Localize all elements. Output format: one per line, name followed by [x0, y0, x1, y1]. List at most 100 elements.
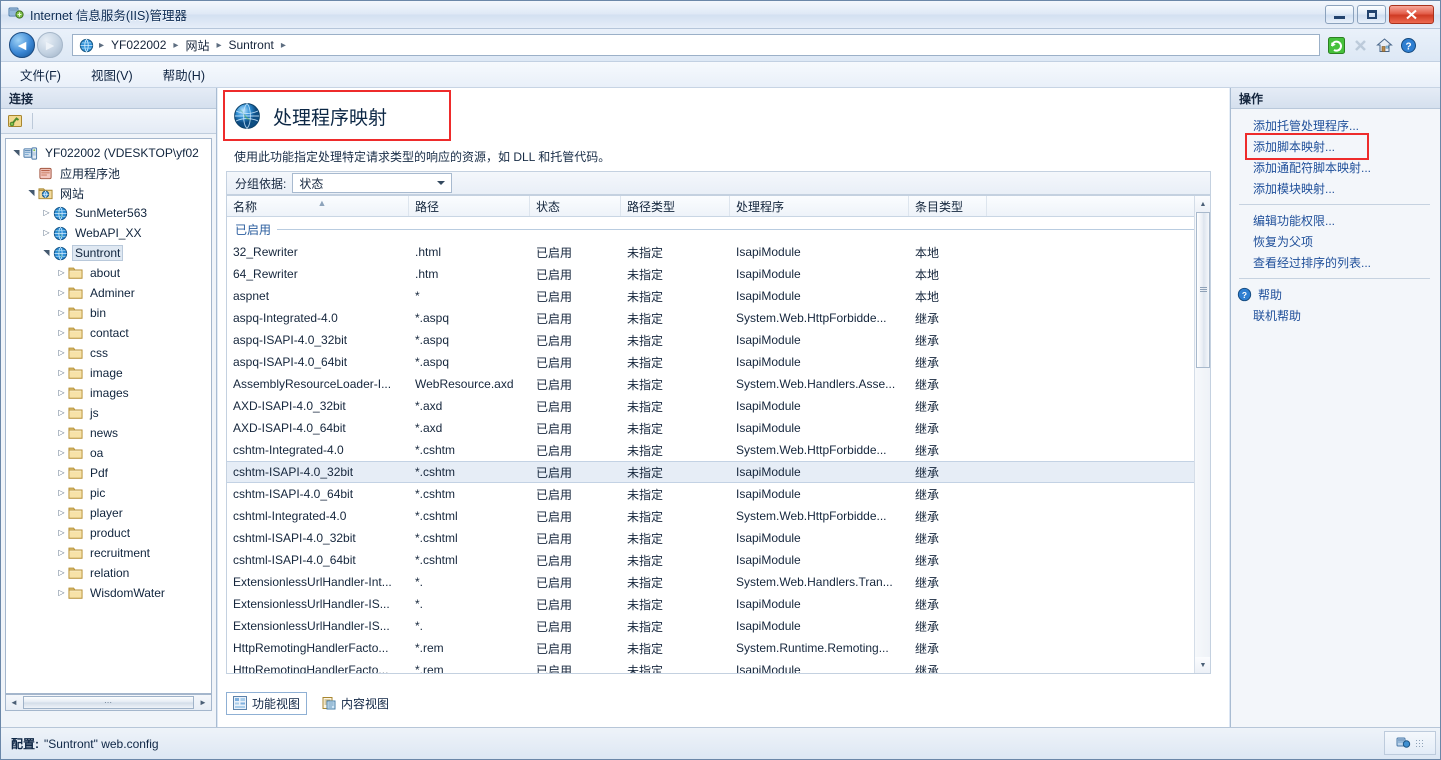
table-row[interactable]: aspq-ISAPI-4.0_64bit *.aspq 已启用 未指定 IsapiMod… [227, 351, 1210, 373]
action-edit-feature-permissions[interactable]: 编辑功能权限... [1231, 210, 1440, 231]
tree-expand-icon[interactable]: ▷ [55, 469, 68, 477]
tree-expand-icon[interactable]: ▷ [55, 429, 68, 437]
resize-grip-icon[interactable] [1415, 738, 1424, 748]
menu-item-view[interactable]: 视图(V) [88, 63, 136, 86]
view-tabs[interactable]: 功能视图 内容视图 [226, 691, 396, 715]
tree-collapse-icon[interactable]: ◢ [27, 187, 36, 200]
connections-tree[interactable]: ◢ YF022002 (VDESKTOP\yf02 应用程序池 ◢ 网站 ▷ SunMete… [5, 138, 212, 694]
tree-expand-icon[interactable]: ▷ [55, 269, 68, 277]
refresh-icon[interactable] [1328, 36, 1345, 54]
tree-item-sunmeter563[interactable]: ▷ SunMeter563 [6, 203, 211, 223]
table-row[interactable]: aspq-Integrated-4.0 *.aspq 已启用 未指定 System.We… [227, 307, 1210, 329]
table-row[interactable]: AssemblyResourceLoader-I... WebResource.a… [227, 373, 1210, 395]
help-icon[interactable]: ? [1400, 37, 1417, 54]
tree-item-css[interactable]: ▷ css [6, 343, 211, 363]
tree-item-recruitment[interactable]: ▷ recruitment [6, 543, 211, 563]
maximize-button[interactable] [1357, 5, 1386, 24]
breadcrumb-item-0[interactable]: YF022002 [106, 37, 171, 53]
tree-expand-icon[interactable]: ▷ [55, 569, 68, 577]
tree-expand-icon[interactable]: ▷ [55, 509, 68, 517]
breadcrumb-item-1[interactable]: 网站 [180, 36, 214, 55]
table-row[interactable]: HttpRemotingHandlerFacto... *.rem 已启用 未指定 Sy… [227, 637, 1210, 659]
tree-item-product[interactable]: ▷ product [6, 523, 211, 543]
scroll-right-icon[interactable]: ► [195, 698, 211, 707]
tree-item-news[interactable]: ▷ news [6, 423, 211, 443]
tree-item-webapi_xx[interactable]: ▷ WebAPI_XX [6, 223, 211, 243]
list-vertical-scrollbar[interactable]: ▲ ▼ [1194, 196, 1210, 673]
tree-expand-icon[interactable]: ▷ [55, 289, 68, 297]
table-row[interactable]: aspnet * 已启用 未指定 IsapiModule 本地 [227, 285, 1210, 307]
close-button[interactable] [1389, 5, 1434, 24]
forward-button[interactable]: ► [37, 32, 63, 58]
tree-item-adminer[interactable]: ▷ Adminer [6, 283, 211, 303]
column-header-state[interactable]: 状态 [530, 196, 621, 216]
group-by-select[interactable]: 状态 [292, 173, 453, 193]
action-help[interactable]: ? 帮助 [1231, 284, 1440, 305]
tree-hscroll-thumb[interactable]: ⋯ [23, 696, 194, 709]
tree-expand-icon[interactable]: ▷ [55, 489, 68, 497]
tree-item-wisdomwater[interactable]: ▷ WisdomWater [6, 583, 211, 603]
table-row[interactable]: 64_Rewriter .htm 已启用 未指定 IsapiModule 本地 [227, 263, 1210, 285]
handler-mappings-list[interactable]: 名称 ▲ 路径 状态 路径类型 处理程序 条目类型 已启用 32_Rewriter .html 已… [226, 195, 1211, 674]
tree-item-[interactable]: ◢ 网站 [6, 183, 211, 203]
tree-item-js[interactable]: ▷ js [6, 403, 211, 423]
table-row[interactable]: cshtm-Integrated-4.0 *.cshtm 已启用 未指定 System.… [227, 439, 1210, 461]
tree-expand-icon[interactable]: ▷ [55, 369, 68, 377]
table-row[interactable]: cshtml-Integrated-4.0 *.cshtml 已启用 未指定 Syste… [227, 505, 1210, 527]
tree-expand-icon[interactable]: ▷ [55, 589, 68, 597]
tree-expand-icon[interactable]: ▷ [55, 349, 68, 357]
tree-item-image[interactable]: ▷ image [6, 363, 211, 383]
action-add-script-map[interactable]: 添加脚本映射... [1231, 136, 1440, 157]
table-row[interactable]: cshtm-ISAPI-4.0_64bit *.cshtm 已启用 未指定 IsapiM… [227, 483, 1210, 505]
tree-item-about[interactable]: ▷ about [6, 263, 211, 283]
tree-horizontal-scrollbar[interactable]: ◄ ⋯ ► [5, 694, 212, 711]
tree-item-yf022002-vdesktop-yf02[interactable]: ◢ YF022002 (VDESKTOP\yf02 [6, 143, 211, 163]
column-header-path[interactable]: 路径 [409, 196, 530, 216]
action-add-module-map[interactable]: 添加模块映射... [1231, 178, 1440, 199]
tree-expand-icon[interactable]: ▷ [55, 389, 68, 397]
back-button[interactable]: ◄ [9, 32, 35, 58]
tree-expand-icon[interactable]: ▷ [55, 329, 68, 337]
tree-expand-icon[interactable]: ▷ [55, 409, 68, 417]
tree-item-player[interactable]: ▷ player [6, 503, 211, 523]
tree-item-suntront[interactable]: ◢ Suntront [6, 243, 211, 263]
tree-item-pic[interactable]: ▷ pic [6, 483, 211, 503]
table-row[interactable]: ExtensionlessUrlHandler-IS... *. 已启用 未指定 Isa… [227, 615, 1210, 637]
tree-item-relation[interactable]: ▷ relation [6, 563, 211, 583]
table-row[interactable]: AXD-ISAPI-4.0_64bit *.axd 已启用 未指定 IsapiModul… [227, 417, 1210, 439]
column-header-name[interactable]: 名称 ▲ [227, 196, 409, 216]
tree-collapse-icon[interactable]: ◢ [12, 147, 21, 160]
table-row[interactable]: ExtensionlessUrlHandler-Int... *. 已启用 未指定 Sy… [227, 571, 1210, 593]
tree-expand-icon[interactable]: ▷ [55, 449, 68, 457]
table-row[interactable]: HttpRemotingHandlerFacto... *.rem 已启用 未指定 Is… [227, 659, 1210, 673]
minimize-button[interactable] [1325, 5, 1354, 24]
tree-expand-icon[interactable]: ▷ [40, 209, 53, 217]
breadcrumb[interactable]: ▸ YF022002 ▸ 网站 ▸ Suntront ▸ [72, 34, 1320, 56]
table-row[interactable]: 32_Rewriter .html 已启用 未指定 IsapiModule 本地 [227, 241, 1210, 263]
tree-expand-icon[interactable]: ▷ [40, 229, 53, 237]
action-add-managed-handler[interactable]: 添加托管处理程序... [1231, 115, 1440, 136]
table-row[interactable]: AXD-ISAPI-4.0_32bit *.axd 已启用 未指定 IsapiModul… [227, 395, 1210, 417]
tree-expand-icon[interactable]: ▷ [55, 549, 68, 557]
scroll-up-icon[interactable]: ▲ [1195, 196, 1210, 212]
breadcrumb-item-2[interactable]: Suntront [224, 37, 279, 53]
menu-item-file[interactable]: 文件(F) [17, 63, 64, 86]
tree-item-contact[interactable]: ▷ contact [6, 323, 211, 343]
tab-features-view[interactable]: 功能视图 [226, 691, 308, 715]
table-row[interactable]: cshtml-ISAPI-4.0_32bit *.cshtml 已启用 未指定 Isap… [227, 527, 1210, 549]
scroll-left-icon[interactable]: ◄ [6, 698, 22, 707]
list-vscroll-thumb[interactable] [1196, 212, 1210, 368]
action-add-wildcard-script-map[interactable]: 添加通配符脚本映射... [1231, 157, 1440, 178]
tree-item-[interactable]: 应用程序池 [6, 163, 211, 183]
tree-expand-icon[interactable]: ▷ [55, 309, 68, 317]
column-header-entry_type[interactable]: 条目类型 [909, 196, 987, 216]
menu-item-help[interactable]: 帮助(H) [160, 63, 208, 86]
tree-expand-icon[interactable]: ▷ [55, 529, 68, 537]
action-online-help[interactable]: 联机帮助 [1231, 305, 1440, 326]
column-header-path_type[interactable]: 路径类型 [621, 196, 730, 216]
tree-item-bin[interactable]: ▷ bin [6, 303, 211, 323]
add-connection-icon[interactable] [7, 113, 24, 130]
action-revert-to-parent[interactable]: 恢复为父项 [1231, 231, 1440, 252]
tree-item-pdf[interactable]: ▷ Pdf [6, 463, 211, 483]
tree-item-oa[interactable]: ▷ oa [6, 443, 211, 463]
